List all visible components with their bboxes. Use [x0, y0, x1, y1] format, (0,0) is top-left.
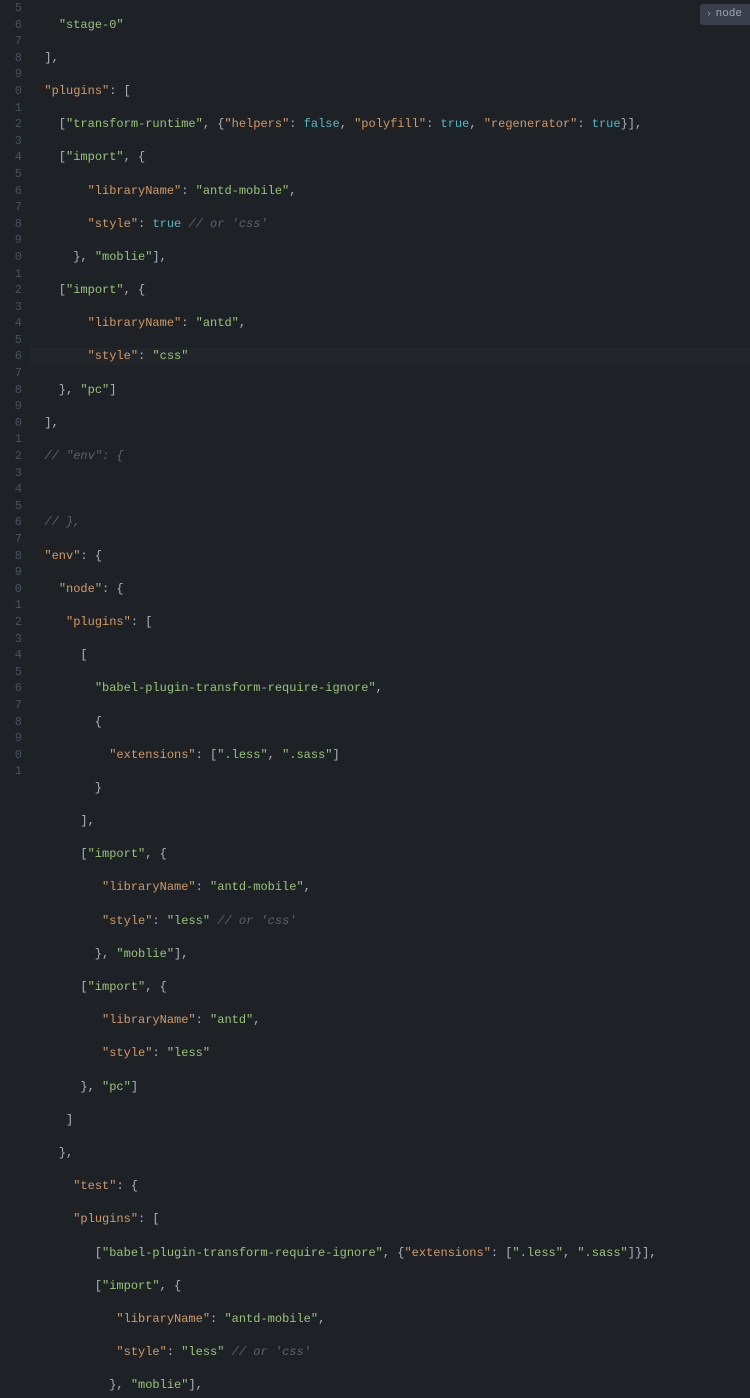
- line-number: 4: [0, 647, 22, 664]
- line-number: 6: [0, 680, 22, 697]
- line-number: 8: [0, 382, 22, 399]
- line-number: 8: [0, 714, 22, 731]
- line-number: 7: [0, 531, 22, 548]
- line-number: 9: [0, 232, 22, 249]
- line-number: 3: [0, 133, 22, 150]
- line-number: 4: [0, 481, 22, 498]
- line-number: 9: [0, 730, 22, 747]
- line-number: 4: [0, 315, 22, 332]
- line-number: 7: [0, 33, 22, 50]
- line-number: 1: [0, 763, 22, 780]
- line-number: 2: [0, 614, 22, 631]
- line-number: 0: [0, 249, 22, 266]
- line-number: 2: [0, 116, 22, 133]
- line-number: 9: [0, 564, 22, 581]
- line-number: 6: [0, 183, 22, 200]
- line-number: 1: [0, 431, 22, 448]
- line-number: 6: [0, 514, 22, 531]
- line-number: 5: [0, 664, 22, 681]
- line-number: 0: [0, 581, 22, 598]
- line-number: 8: [0, 548, 22, 565]
- line-number: 8: [0, 50, 22, 67]
- line-number: 0: [0, 747, 22, 764]
- line-number: 5: [0, 166, 22, 183]
- line-number: 9: [0, 66, 22, 83]
- line-number: 0: [0, 83, 22, 100]
- line-number: 9: [0, 398, 22, 415]
- line-number: 1: [0, 266, 22, 283]
- line-number: 7: [0, 199, 22, 216]
- line-number: 1: [0, 597, 22, 614]
- line-number: 4: [0, 149, 22, 166]
- code-editor[interactable]: 5678901234567890123456789012345678901234…: [0, 0, 750, 699]
- line-number-gutter: 5678901234567890123456789012345678901234…: [0, 0, 30, 699]
- code-area[interactable]: "stage-0" ], "plugins": [ ["transform-ru…: [30, 0, 750, 699]
- line-number: 0: [0, 415, 22, 432]
- line-number: 7: [0, 697, 22, 714]
- line-number: 6: [0, 17, 22, 34]
- line-number: 5: [0, 0, 22, 17]
- line-number: 8: [0, 216, 22, 233]
- line-number: 6: [0, 348, 22, 365]
- line-number: 3: [0, 299, 22, 316]
- line-number: 3: [0, 465, 22, 482]
- line-number: 3: [0, 631, 22, 648]
- line-number: 7: [0, 365, 22, 382]
- line-number: 5: [0, 498, 22, 515]
- line-number: 2: [0, 448, 22, 465]
- line-number: 1: [0, 100, 22, 117]
- line-number: 2: [0, 282, 22, 299]
- line-number: 5: [0, 332, 22, 349]
